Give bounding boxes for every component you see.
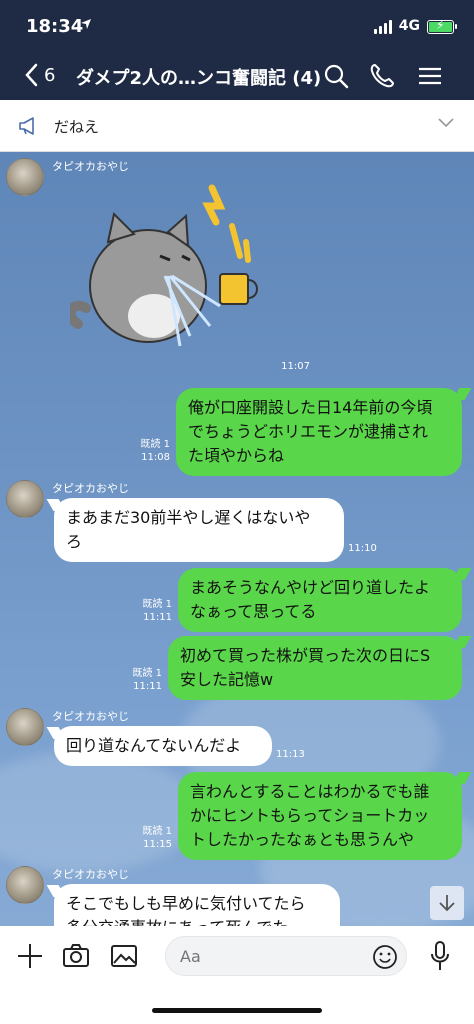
image-icon[interactable] xyxy=(110,942,138,970)
message-bubble-incoming[interactable]: 回り道なんてないんだよ xyxy=(54,726,272,766)
message-time: 11:11 xyxy=(143,612,172,623)
hamburger-menu-icon[interactable] xyxy=(416,62,444,90)
camera-icon[interactable] xyxy=(62,942,90,970)
message-bubble-outgoing[interactable]: 初めて買った株が買った次の日にS 安した記憶w xyxy=(168,636,462,700)
message-input[interactable] xyxy=(166,937,346,975)
megaphone-icon xyxy=(19,117,34,135)
sender-avatar[interactable] xyxy=(6,866,44,904)
unread-count: 6 xyxy=(44,64,56,86)
status-time: 18:34 xyxy=(26,16,84,37)
sender-avatar[interactable] xyxy=(6,708,44,746)
message-time: 11:10 xyxy=(348,543,377,554)
sender-avatar[interactable] xyxy=(6,158,44,196)
chat-title: ダメプ2人の…ンコ奮闘記 (4) xyxy=(76,68,322,89)
sender-name: タピオカおやじ xyxy=(52,160,129,173)
sender-name: タピオカおやじ xyxy=(52,710,129,723)
back-button[interactable]: 6 xyxy=(24,60,68,90)
chevron-left-icon xyxy=(25,63,38,87)
scroll-to-bottom-button[interactable] xyxy=(430,886,464,920)
search-icon[interactable] xyxy=(322,62,350,90)
phone-icon[interactable] xyxy=(368,62,396,90)
plus-icon[interactable] xyxy=(16,942,44,970)
message-time: 11:11 xyxy=(133,681,162,692)
chevron-down-icon[interactable] xyxy=(438,118,454,128)
message-read-status: 既読 1 xyxy=(142,826,172,837)
home-indicator[interactable] xyxy=(152,1008,322,1013)
message-time: 11:08 xyxy=(141,452,170,463)
message-bubble-incoming[interactable]: そこでもしも早めに気付いてたら多分交通事故にあって死んでた xyxy=(54,884,340,926)
message-time: 11:07 xyxy=(281,361,310,372)
microphone-icon[interactable] xyxy=(428,940,452,972)
message-read-status: 既読 1 xyxy=(140,439,170,450)
location-arrow-icon xyxy=(80,18,92,34)
message-time: 11:13 xyxy=(276,749,305,760)
status-bar: 18:34 4G ⚡ xyxy=(0,14,474,44)
announcement-text: だねえ xyxy=(54,118,100,136)
arrow-down-icon xyxy=(439,895,455,912)
top-bar: 18:34 4G ⚡ 6 ダメプ2人の…ンコ奮闘記 (4) xyxy=(0,0,474,100)
message-read-status: 既読 1 xyxy=(132,668,162,679)
message-read-status: 既読 1 xyxy=(142,599,172,610)
message-input-field[interactable] xyxy=(165,936,407,976)
sender-name: タピオカおやじ xyxy=(52,868,129,881)
chat-header: 6 ダメプ2人の…ンコ奮闘記 (4) xyxy=(0,54,474,98)
emoji-icon[interactable] xyxy=(372,944,398,970)
cat-sticker[interactable] xyxy=(70,176,270,356)
announcement-bar[interactable]: だねえ xyxy=(0,100,474,152)
message-bubble-outgoing[interactable]: 俺が口座開設した日14年前の今頃 でちょうどホリエモンが逮捕され た頃やからね xyxy=(176,388,462,476)
message-bubble-outgoing[interactable]: まあそうなんやけど回り道したよ なぁって思ってる xyxy=(178,568,462,632)
network-type: 4G xyxy=(398,18,420,34)
battery-icon: ⚡ xyxy=(427,18,457,34)
sender-name: タピオカおやじ xyxy=(52,482,129,495)
sender-avatar[interactable] xyxy=(6,480,44,518)
message-bubble-outgoing[interactable]: 言わんとすることはわかるでも誰 かにヒントもらってショートカッ トしたかったなぁとも… xyxy=(178,772,462,860)
message-bubble-incoming[interactable]: まあまだ30前半やし遅くはないやろ xyxy=(54,498,344,562)
chat-area[interactable]: タピオカおやじ 11:07 既読 1 11:08 俺が口座開設した日14年前の今… xyxy=(0,152,474,926)
message-time: 11:15 xyxy=(143,839,172,850)
cell-signal-icon xyxy=(374,20,392,34)
